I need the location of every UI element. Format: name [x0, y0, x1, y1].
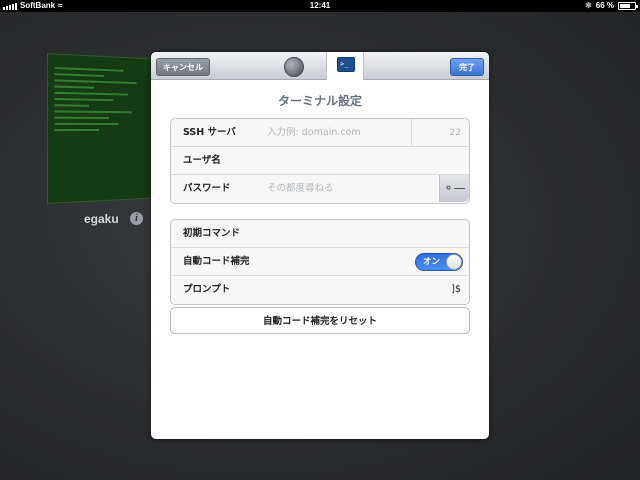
- info-icon[interactable]: i: [130, 212, 143, 225]
- reset-autocomplete-button[interactable]: 自動コード補完をリセット: [170, 307, 470, 334]
- cancel-button[interactable]: キャンセル: [156, 58, 210, 76]
- password-row[interactable]: パスワード その都度尋ねる ⚬—: [171, 175, 469, 203]
- modal-navbar: キャンセル >_ 完了: [151, 52, 489, 80]
- terminal-thumbnail-lines: [54, 63, 150, 135]
- password-label: パスワード: [183, 183, 231, 194]
- toggle-knob: [446, 254, 462, 270]
- initial-command-row[interactable]: 初期コマンド: [171, 220, 469, 248]
- status-right: ✱ 66 %: [585, 0, 638, 12]
- ssh-server-row[interactable]: SSH サーバ 入力例: domain.com 22: [171, 119, 469, 147]
- clock: 12:41: [309, 1, 331, 10]
- autocomplete-toggle[interactable]: オン: [415, 253, 463, 271]
- toggle-on-text: オン: [423, 257, 441, 267]
- modal-title: ターミナル設定: [277, 94, 362, 108]
- prompt-label: プロンプト: [183, 284, 231, 295]
- battery-icon: [618, 2, 638, 10]
- battery-percent: 66 %: [595, 1, 614, 10]
- globe-icon[interactable]: [284, 57, 304, 77]
- port-divider: [411, 119, 412, 147]
- autocomplete-row: 自動コード補完 オン: [171, 248, 469, 276]
- options-group: 初期コマンド 自動コード補完 オン プロンプト ]$: [170, 219, 470, 305]
- status-bar: SoftBank ≈ 12:41 ✱ 66 %: [0, 0, 640, 12]
- bluetooth-icon: ✱: [585, 1, 592, 10]
- connection-group: SSH サーバ 入力例: domain.com 22 ユーザ名 パスワード その…: [170, 118, 470, 204]
- terminal-thumbnail[interactable]: [47, 53, 157, 204]
- prompt-value[interactable]: ]$: [451, 276, 461, 304]
- initial-command-label: 初期コマンド: [183, 228, 241, 239]
- terminal-icon: >_: [337, 57, 355, 72]
- terminal-name[interactable]: egaku: [84, 212, 119, 226]
- prompt-row[interactable]: プロンプト ]$: [171, 276, 469, 304]
- username-label: ユーザ名: [183, 155, 221, 166]
- port-input[interactable]: 22: [450, 119, 461, 147]
- settings-modal: キャンセル >_ 完了 ターミナル設定 SSH サーバ 入力例: domain.…: [151, 52, 489, 439]
- password-input[interactable]: その都度尋ねる: [267, 175, 334, 203]
- username-row[interactable]: ユーザ名: [171, 147, 469, 175]
- tab-terminal[interactable]: >_: [326, 52, 364, 80]
- ssh-server-label: SSH サーバ: [183, 127, 236, 138]
- ssh-server-input[interactable]: 入力例: domain.com: [267, 119, 361, 147]
- done-button[interactable]: 完了: [450, 58, 484, 76]
- key-icon[interactable]: ⚬—: [439, 175, 469, 202]
- autocomplete-label: 自動コード補完: [183, 256, 250, 267]
